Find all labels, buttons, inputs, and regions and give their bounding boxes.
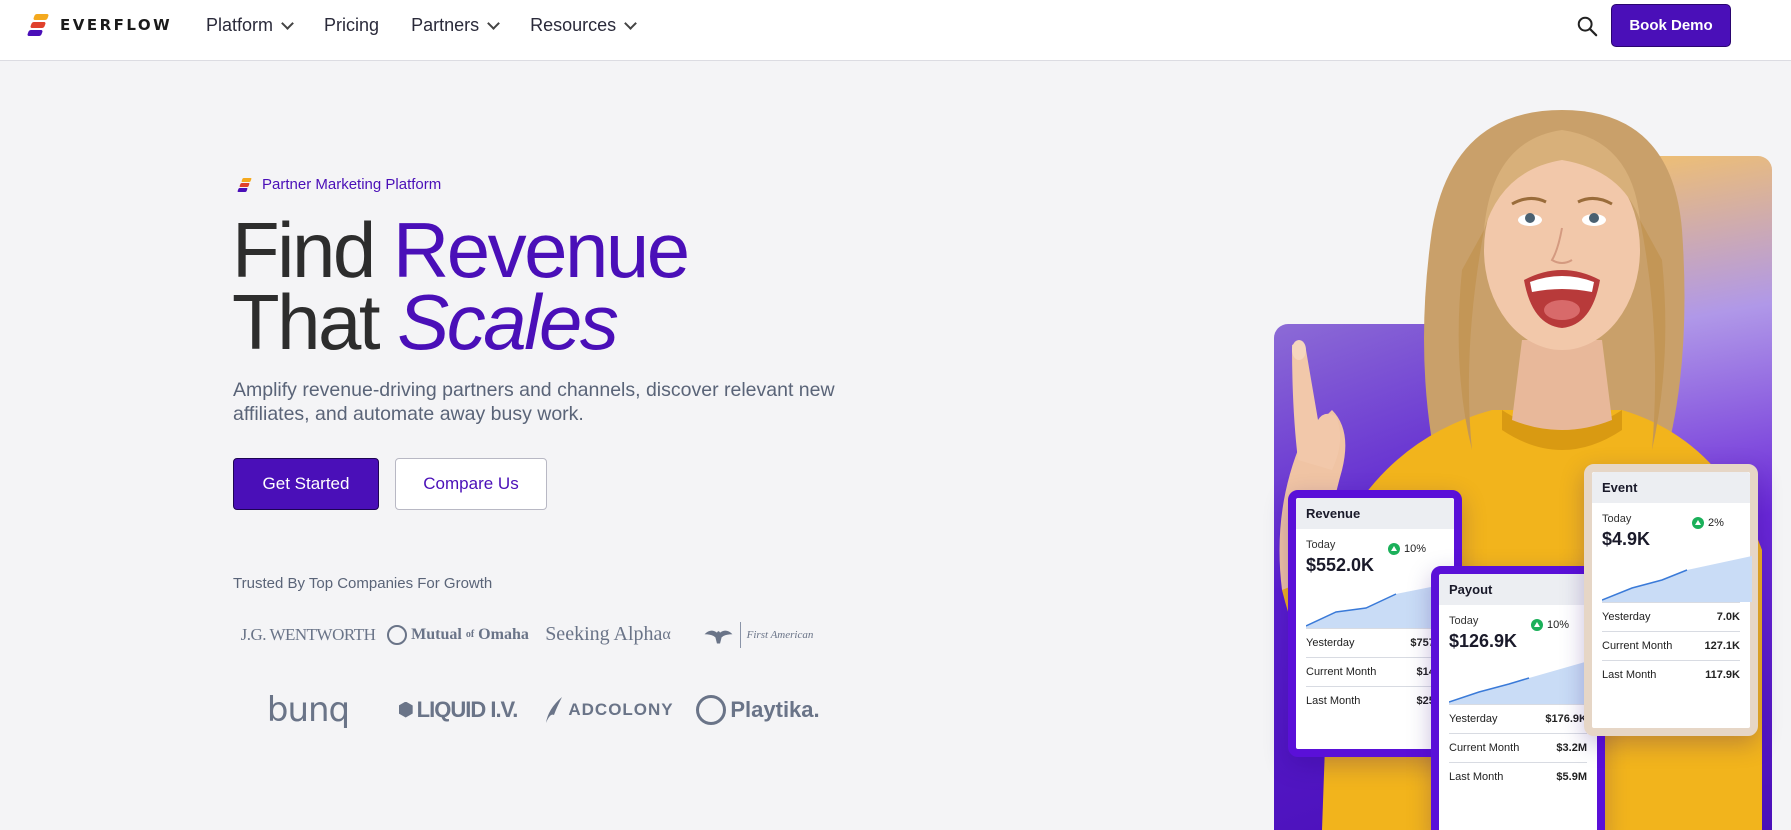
event-card: Event Today $4.9K 2% Yesterday 7.0K Curre… <box>1584 464 1758 736</box>
chevron-down-icon <box>624 16 638 30</box>
stat-label: Current Month <box>1449 742 1520 754</box>
change-value: 2% <box>1708 517 1724 529</box>
compare-us-button[interactable]: Compare Us <box>395 458 547 510</box>
trusted-label: Trusted By Top Companies For Growth <box>233 575 493 592</box>
nav-menu: Platform Pricing Partners Resources <box>206 15 638 36</box>
brand-name: EVERFLOW <box>60 16 173 34</box>
nav-item-pricing[interactable]: Pricing <box>324 15 379 36</box>
everflow-logo[interactable]: EVERFLOW <box>26 14 173 36</box>
stat-label: Current Month <box>1306 666 1377 678</box>
stat-value: 7.0K <box>1716 611 1740 623</box>
stat-row: Current Month 127.1K <box>1602 631 1740 660</box>
get-started-button[interactable]: Get Started <box>233 458 379 510</box>
nav-item-label: Resources <box>530 15 617 35</box>
event-sparkline <box>1602 556 1752 602</box>
today-value: $126.9K <box>1449 631 1518 651</box>
payout-card: Payout Today $126.9K 10% Yesterday $176.9… <box>1431 566 1605 830</box>
stat-value: $3.2M <box>1556 742 1587 754</box>
headline-highlight: Scales <box>397 278 619 366</box>
stat-label: Yesterday <box>1449 713 1498 725</box>
badge-label: Partner Marketing Platform <box>262 176 442 193</box>
logo-bunq: bunq <box>266 689 350 730</box>
chevron-down-icon <box>281 16 294 30</box>
stat-value: 127.1K <box>1704 640 1740 652</box>
everflow-mark-icon <box>237 177 252 192</box>
nav-item-resources[interactable]: Resources <box>530 15 638 36</box>
stat-row: Yesterday $757.4 <box>1306 628 1444 657</box>
stat-row: Current Month$14.1 <box>1306 657 1444 686</box>
hero-headline: Find Revenue That Scales <box>232 211 690 361</box>
stat-label: Last Month <box>1602 669 1657 681</box>
hero-subtext: Amplify revenue-driving partners and cha… <box>233 379 835 425</box>
nav-item-platform[interactable]: Platform <box>206 15 294 36</box>
chevron-down-icon <box>487 16 500 30</box>
arrow-up-icon <box>1531 619 1543 631</box>
stat-value: $176.9K <box>1545 713 1587 725</box>
headline-line-1: Find Revenue <box>232 211 690 289</box>
headline-text: That <box>232 278 398 366</box>
stat-row: Current Month $3.2M <box>1449 733 1587 762</box>
nav-item-label: Partners <box>411 15 480 35</box>
stat-row: Last Month $5.9M <box>1449 762 1587 791</box>
today-value: $552.0K <box>1306 555 1375 575</box>
customer-logos: J.G. WENTWORTH Mutual of Omaha Seeking Alp… <box>233 617 833 730</box>
stat-value: $5.9M <box>1556 771 1587 783</box>
top-navbar: EVERFLOW Platform Pricing Partners Resou… <box>0 0 1791 61</box>
logo-mutual-of-omaha: Mutual of Omaha <box>383 617 533 652</box>
change-badge: 2% <box>1692 517 1724 529</box>
hero-visual: Revenue Today $552.0K 10% Yesterday $757.… <box>1262 110 1791 830</box>
payout-sparkline <box>1449 658 1599 704</box>
stat-label: Last Month <box>1449 771 1504 783</box>
arrow-up-icon <box>1692 517 1704 529</box>
logo-first-american: First American <box>683 617 833 652</box>
stat-label: Yesterday <box>1306 637 1355 649</box>
stat-row: Last Month$25.9 <box>1306 686 1444 715</box>
arrow-up-icon <box>1388 543 1400 555</box>
logo-playtika: Playtika. <box>683 692 833 727</box>
stat-value: 117.9K <box>1705 669 1740 681</box>
nav-item-label: Pricing <box>324 15 380 35</box>
everflow-logo-icon <box>26 14 50 36</box>
stat-label: Current Month <box>1602 640 1673 652</box>
nav-item-partners[interactable]: Partners <box>411 15 500 36</box>
search-icon[interactable] <box>1576 15 1598 37</box>
change-badge: 10% <box>1531 619 1569 631</box>
card-title: Payout <box>1439 574 1597 605</box>
logo-jg-wentworth: J.G. WENTWORTH <box>240 624 376 644</box>
stat-row: Yesterday 7.0K <box>1602 602 1740 631</box>
stat-label: Last Month <box>1306 695 1361 707</box>
stat-row: Yesterday $176.9K <box>1449 704 1587 733</box>
nav-item-label: Platform <box>206 15 274 35</box>
stat-label: Yesterday <box>1602 611 1651 623</box>
logo-adcolony: ADCOLONY <box>533 692 683 727</box>
headline-line-2: That Scales <box>232 283 688 361</box>
card-title: Event <box>1592 472 1750 503</box>
stat-row: Last Month 117.9K <box>1602 660 1740 689</box>
book-demo-button[interactable]: Book Demo <box>1611 4 1731 47</box>
change-value: 10% <box>1404 543 1427 555</box>
logo-liquid-iv: LIQUID I.V. <box>383 692 533 727</box>
change-value: 10% <box>1547 619 1570 631</box>
change-badge: 10% <box>1388 543 1426 555</box>
card-title: Revenue <box>1296 498 1454 529</box>
logo-seeking-alpha: Seeking Alpha α <box>545 623 671 645</box>
hero-badge: Partner Marketing Platform <box>237 176 442 193</box>
today-value: $4.9K <box>1602 529 1651 549</box>
